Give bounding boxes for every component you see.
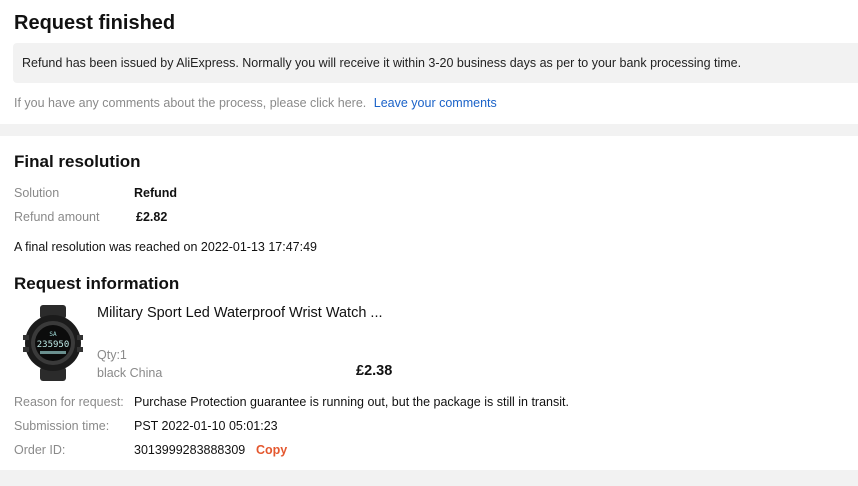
submission-time-value: PST 2022-01-10 05:01:23 xyxy=(134,419,278,433)
order-id-value: 3013999283888309 xyxy=(134,443,246,457)
copy-order-id-button[interactable]: Copy xyxy=(256,443,287,457)
product-quantity: Qty:1 xyxy=(97,348,127,362)
svg-text:235950: 235950 xyxy=(37,340,70,350)
section-divider xyxy=(0,124,858,136)
reason-label: Reason for request: xyxy=(14,395,124,409)
product-variant: black China xyxy=(97,366,163,380)
resolution-date-text: A final resolution was reached on 2022-0… xyxy=(14,240,317,254)
refund-amount-value: £2.82 xyxy=(136,210,168,224)
product-price: £2.38 xyxy=(356,363,393,379)
product-title-link[interactable]: Military Sport Led Waterproof Wrist Watc… xyxy=(97,305,383,321)
watch-image: SA 235950 xyxy=(23,305,83,381)
request-status-section: Request finished Refund has been issued … xyxy=(0,0,858,124)
reason-value: Purchase Protection guarantee is running… xyxy=(134,395,569,409)
refund-notice: Refund has been issued by AliExpress. No… xyxy=(13,43,858,83)
final-resolution-heading: Final resolution xyxy=(14,152,141,171)
solution-label: Solution xyxy=(14,186,60,200)
refund-notice-text: Refund has been issued by AliExpress. No… xyxy=(22,56,742,70)
bottom-divider xyxy=(0,470,858,486)
refund-amount-label: Refund amount xyxy=(14,210,100,224)
resolution-section: Final resolution Solution Refund Refund … xyxy=(0,136,858,470)
submission-time-label: Submission time: xyxy=(14,419,110,433)
product-thumbnail[interactable]: SA 235950 xyxy=(20,305,86,381)
order-id-label: Order ID: xyxy=(14,443,66,457)
comment-prompt-text: If you have any comments about the proce… xyxy=(14,96,367,110)
request-information-heading: Request information xyxy=(14,274,180,293)
page-title: Request finished xyxy=(14,12,176,34)
comment-prompt: If you have any comments about the proce… xyxy=(14,96,497,110)
leave-comments-link[interactable]: Leave your comments xyxy=(374,96,497,110)
svg-text:SA: SA xyxy=(49,331,57,338)
solution-value: Refund xyxy=(134,186,178,200)
